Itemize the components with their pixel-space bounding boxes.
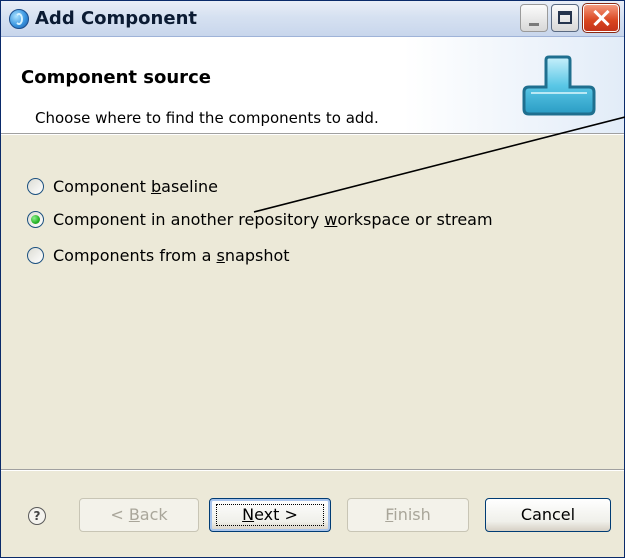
radio-component-baseline[interactable]: Component baseline bbox=[27, 175, 218, 197]
back-button[interactable]: < Back bbox=[79, 498, 199, 532]
radio-button[interactable] bbox=[27, 246, 44, 264]
maximize-button[interactable] bbox=[551, 4, 579, 32]
cancel-button[interactable]: Cancel bbox=[485, 498, 611, 532]
title-bar[interactable]: Add Component bbox=[1, 1, 624, 37]
focus-ring bbox=[216, 504, 324, 526]
radio-button-selected[interactable] bbox=[27, 210, 44, 228]
add-component-icon bbox=[522, 55, 596, 116]
radio-repository-workspace-or-stream[interactable]: Component in another repository workspac… bbox=[27, 208, 493, 230]
radio-label: Component baseline bbox=[53, 176, 218, 196]
close-button[interactable] bbox=[582, 3, 620, 33]
wizard-header: Component source Choose where to find th… bbox=[1, 37, 624, 133]
window-title: Add Component bbox=[35, 8, 197, 29]
add-component-dialog: Add Component Component source Choose wh… bbox=[0, 0, 625, 558]
next-button[interactable]: Next > bbox=[209, 498, 331, 532]
page-description: Choose where to find the components to a… bbox=[35, 109, 379, 127]
radio-label: Component in another repository workspac… bbox=[53, 209, 493, 229]
minimize-button[interactable] bbox=[520, 4, 548, 32]
footer-divider bbox=[1, 469, 624, 471]
finish-button[interactable]: Finish bbox=[347, 498, 469, 532]
radio-snapshot[interactable]: Components from a snapshot bbox=[27, 244, 290, 266]
radio-button[interactable] bbox=[27, 177, 44, 195]
page-title: Component source bbox=[21, 67, 211, 88]
eclipse-globe-icon bbox=[9, 9, 29, 29]
help-icon[interactable]: ? bbox=[28, 507, 46, 525]
radio-label: Components from a snapshot bbox=[53, 245, 290, 265]
header-divider bbox=[1, 133, 624, 135]
